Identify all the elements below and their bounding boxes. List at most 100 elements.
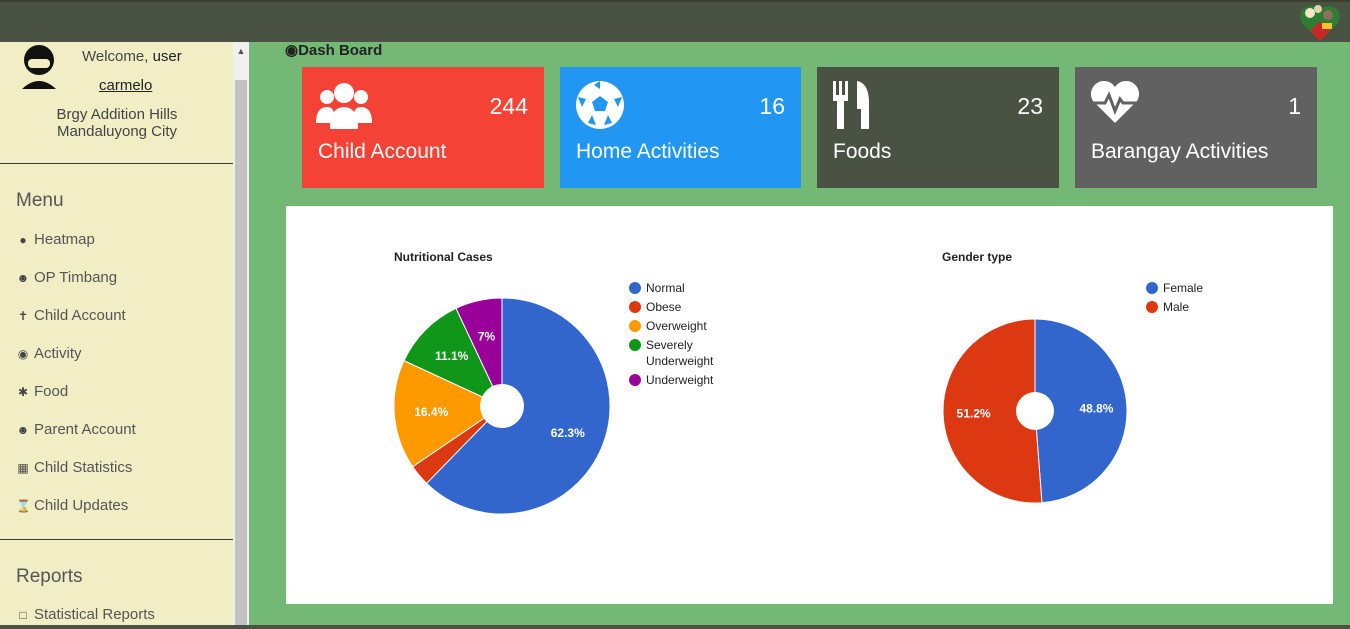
pie-slice-label: 48.8%: [1079, 402, 1113, 416]
divider: [0, 539, 233, 540]
pdf-file-icon: □: [19, 608, 27, 622]
location-line-2: Mandaluyong City: [56, 123, 178, 140]
legend-label: Overweight: [646, 318, 707, 334]
child-icon: ✝: [17, 309, 29, 323]
divider: [0, 163, 233, 164]
location: Brgy Addition Hills Mandaluyong City: [40, 106, 194, 140]
sidebar-item-label: Heatmap: [34, 231, 95, 248]
legend-label: Female: [1163, 280, 1203, 296]
legend-swatch: [1146, 301, 1158, 313]
top-bar: [0, 0, 1350, 42]
legend-label: Normal: [646, 280, 685, 296]
sidebar-item-label: Child Statistics: [34, 459, 133, 476]
card-barangay-activities[interactable]: 1 Barangay Activities: [1075, 67, 1317, 188]
scroll-thumb[interactable]: [235, 80, 247, 629]
users-icon: [316, 83, 372, 129]
scroll-up-arrow-icon[interactable]: ▲: [233, 42, 249, 60]
sidebar: Welcome, user carmelo Brgy Addition Hill…: [0, 42, 234, 629]
sidebar-item-label: Food: [34, 383, 69, 400]
card-label: Home Activities: [576, 140, 720, 163]
sidebar-item-child-updates[interactable]: ⌛ Child Updates: [16, 497, 128, 514]
pie-slice-label: 62.3%: [551, 426, 585, 440]
legend-label-line: Severely: [646, 338, 693, 352]
welcome-name: user: [152, 48, 182, 65]
legend-label: Obese: [646, 299, 681, 315]
soccer-ball-icon: [576, 81, 624, 129]
legend-label-line: Normal: [646, 281, 685, 295]
card-child-account[interactable]: 244 Child Account: [302, 67, 544, 188]
legend-label: Severely Underweight: [646, 337, 713, 369]
card-label: Foods: [833, 140, 892, 163]
page-title-text: Dash Board: [298, 42, 383, 59]
charts-panel: Nutritional Cases 62.3% 16.4% 11.1% 7% Norm…: [286, 206, 1333, 604]
welcome-text: Welcome, user: [82, 48, 182, 65]
chart-title-nutritional-cases: Nutritional Cases: [394, 250, 493, 264]
gamepad-icon: ◉: [17, 347, 29, 361]
card-count: 23: [1017, 93, 1043, 119]
donut-hole: [1016, 392, 1054, 430]
sidebar-item-label: Statistical Reports: [34, 606, 155, 623]
legend-swatch: [629, 282, 641, 294]
user-circle-icon: ☻: [16, 271, 30, 285]
app-logo[interactable]: [1298, 3, 1342, 43]
sidebar-item-activity[interactable]: ◉ Activity: [16, 345, 82, 362]
hourglass-icon: ⌛: [16, 499, 31, 513]
page-title: ◉Dash Board: [285, 41, 382, 59]
wheat-icon: ✱: [17, 385, 29, 399]
sidebar-item-label: Activity: [34, 345, 82, 362]
legend-label: Underweight: [646, 372, 713, 388]
legend-label-line: Male: [1163, 300, 1190, 314]
legend-swatch: [629, 301, 641, 313]
sidebar-item-child-account[interactable]: ✝ Child Account: [16, 307, 126, 324]
reports-title: Reports: [16, 566, 83, 587]
card-foods[interactable]: 23 Foods: [817, 67, 1059, 188]
sidebar-item-food[interactable]: ✱ Food: [16, 383, 68, 400]
dashboard-icon: ◉: [285, 42, 299, 59]
card-count: 244: [489, 93, 528, 119]
sidebar-item-label: Child Account: [34, 307, 126, 324]
nutritional-cases-pie-chart: 62.3% 16.4% 11.1% 7%: [393, 297, 611, 515]
sidebar-item-label: OP Timbang: [34, 269, 118, 286]
card-label: Barangay Activities: [1091, 140, 1269, 163]
legend-swatch: [629, 320, 641, 332]
menu-title: Menu: [16, 190, 64, 211]
sidebar-item-statistical-reports[interactable]: □ Statistical Reports: [16, 606, 155, 623]
username-link[interactable]: carmelo: [99, 77, 152, 94]
sidebar-item-label: Parent Account: [34, 421, 136, 438]
card-label: Child Account: [318, 140, 447, 163]
utensils-icon: [833, 81, 869, 129]
legend-label-line: Underweight: [646, 373, 714, 387]
legend-label-line: Female: [1163, 281, 1204, 295]
donut-hole: [480, 384, 524, 428]
sidebar-item-op-timbang[interactable]: ☻ OP Timbang: [16, 269, 117, 286]
table-icon: ▦: [17, 461, 29, 475]
pie-slice-label: 51.2%: [957, 406, 991, 420]
legend-label: Male: [1163, 299, 1189, 315]
gender-type-pie-chart: 48.8% 51.2%: [942, 318, 1128, 504]
legend-label-line: Obese: [646, 300, 682, 314]
sidebar-item-child-statistics[interactable]: ▦ Child Statistics: [16, 459, 132, 476]
heartbeat-icon: [1090, 80, 1140, 123]
sidebar-item-label: Child Updates: [34, 497, 129, 514]
user-circle-icon: ☻: [16, 423, 30, 437]
card-count: 1: [1288, 93, 1301, 119]
card-home-activities[interactable]: 16 Home Activities: [560, 67, 801, 188]
pie-slice-label: 16.4%: [414, 405, 448, 419]
legend-swatch: [629, 374, 641, 386]
location-line-1: Brgy Addition Hills: [56, 106, 178, 123]
legend-swatch: [629, 339, 641, 351]
legend-swatch: [1146, 282, 1158, 294]
chart-title-gender-type: Gender type: [942, 250, 1013, 264]
avatar-icon: [22, 45, 56, 89]
legend-label-line: Underweight: [646, 354, 714, 368]
pie-slice-label: 7%: [478, 330, 496, 344]
card-count: 16: [759, 93, 785, 119]
legend-label-line: Overweight: [646, 319, 707, 333]
pie-slice-label: 11.1%: [435, 349, 469, 363]
welcome-prefix: Welcome,: [82, 48, 149, 65]
sidebar-item-heatmap[interactable]: ● Heatmap: [16, 231, 95, 248]
sidebar-item-parent-account[interactable]: ☻ Parent Account: [16, 421, 136, 438]
sidebar-scrollbar[interactable]: ▲: [233, 42, 249, 629]
globe-icon: ●: [19, 233, 27, 247]
bottom-strip: [0, 625, 1350, 629]
